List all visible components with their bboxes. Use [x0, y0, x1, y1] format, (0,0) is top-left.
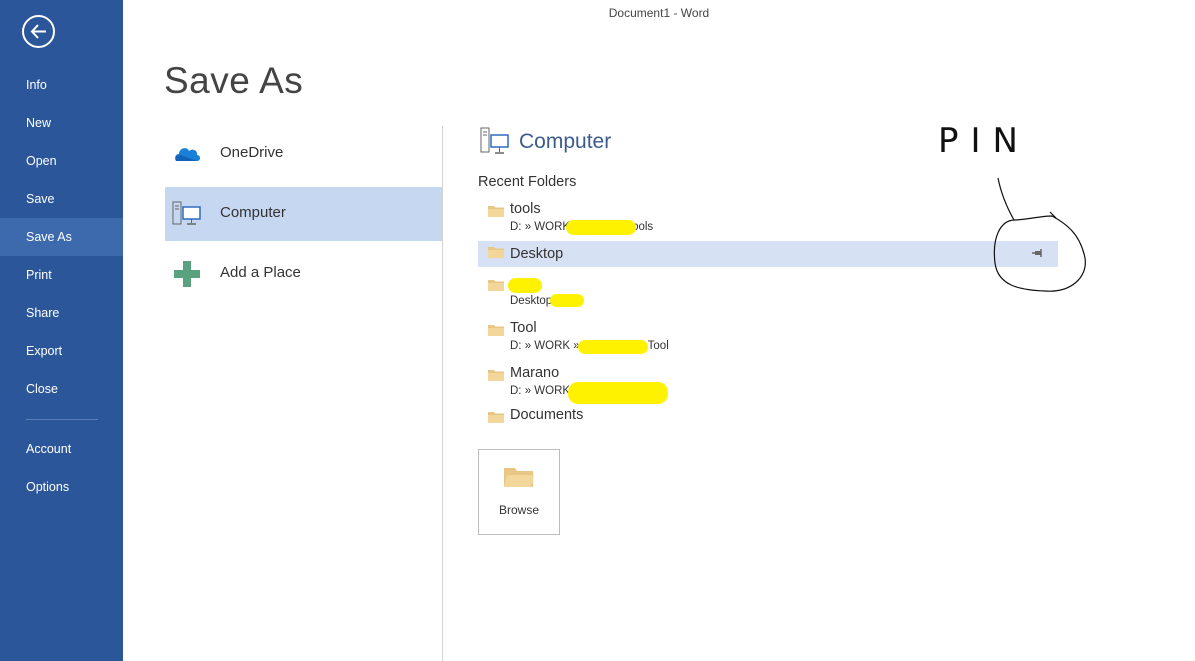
redaction-mark [578, 340, 648, 354]
recent-folder-tool[interactable]: Tool D: » WORK » Tool [478, 319, 1058, 357]
nav-save[interactable]: Save [0, 180, 123, 218]
nav-info[interactable]: Info [0, 66, 123, 104]
nav-print[interactable]: Print [0, 256, 123, 294]
backstage-sidebar: Info New Open Save Save As Print Share E… [0, 0, 123, 661]
nav-export[interactable]: Export [0, 332, 123, 370]
folder-name: Tool [510, 320, 537, 336]
back-button[interactable] [22, 15, 55, 48]
folder-name: tools [510, 201, 541, 217]
browse-label: Browse [498, 503, 539, 517]
folder-icon [504, 468, 534, 487]
nav-new[interactable]: New [0, 104, 123, 142]
folder-icon [488, 412, 504, 423]
folder-icon [488, 370, 504, 381]
annotation-text: PIN [938, 121, 1030, 161]
redaction-mark [508, 278, 542, 293]
folder-icon [488, 247, 504, 258]
recent-folder-marano[interactable]: Marano D: » WORK [478, 364, 1058, 404]
nav-account[interactable]: Account [0, 430, 123, 468]
nav-divider [26, 419, 98, 420]
cloud-icon [175, 148, 200, 161]
place-label: Computer [220, 204, 286, 221]
redaction-mark [550, 294, 584, 307]
browse-button[interactable]: Browse [478, 449, 560, 535]
folder-path: D: » WORK [510, 385, 571, 397]
nav-options[interactable]: Options [0, 468, 123, 506]
folder-icon [488, 280, 504, 291]
nav-close[interactable]: Close [0, 370, 123, 408]
computer-icon [480, 127, 509, 154]
place-label: Add a Place [220, 264, 301, 281]
place-onedrive[interactable]: OneDrive [165, 127, 442, 181]
folder-name: Desktop [510, 246, 564, 262]
window-title: Document1 - Word [608, 6, 710, 20]
folder-name: Marano [510, 365, 560, 381]
pin-annotation-sketch: PIN [938, 121, 1086, 292]
folder-icon [488, 206, 504, 217]
computer-icon [172, 201, 201, 225]
panel-divider [442, 126, 443, 661]
recent-folder-documents[interactable]: Documents [478, 406, 1058, 428]
redaction-mark [566, 220, 636, 235]
panel-title: Computer [519, 130, 612, 153]
folder-icon [488, 325, 504, 336]
recent-folders-heading: Recent Folders [478, 174, 577, 190]
nav-save-as[interactable]: Save As [0, 218, 123, 256]
redaction-mark [568, 382, 668, 404]
place-add[interactable]: Add a Place [165, 247, 442, 301]
nav-open[interactable]: Open [0, 142, 123, 180]
folder-path: Desktop [510, 295, 553, 307]
folder-name: Documents [510, 407, 584, 423]
nav-share[interactable]: Share [0, 294, 123, 332]
back-arrow-icon [30, 24, 46, 39]
place-label: OneDrive [220, 144, 284, 161]
plus-icon [174, 261, 200, 287]
place-computer[interactable]: Computer [165, 187, 442, 241]
page-title: Save As [164, 60, 304, 101]
